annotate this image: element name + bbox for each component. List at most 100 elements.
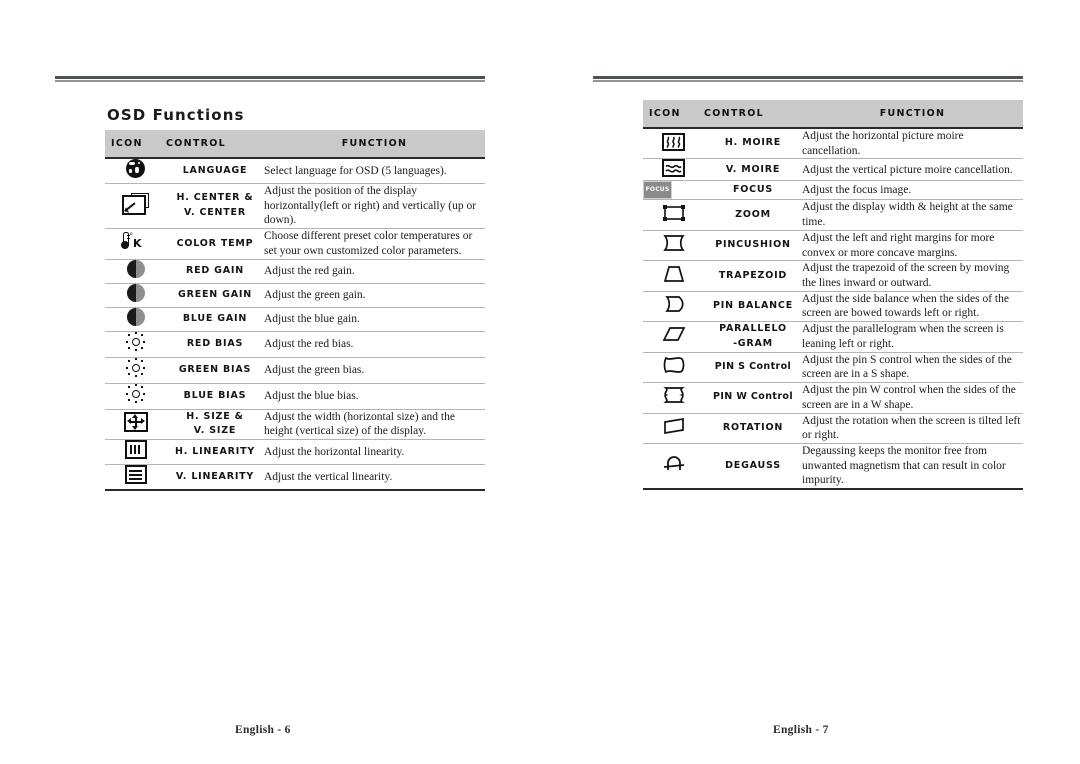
function-cell: Adjust the position of the display horiz… <box>264 182 485 229</box>
function-cell: Adjust the green bias. <box>264 356 485 384</box>
control-label: GREEN BIAS <box>178 363 252 375</box>
degauss-icon <box>662 454 686 474</box>
icon-cell <box>643 199 704 231</box>
table-row: PIN W Control Adjust the pin W control w… <box>643 382 1023 413</box>
table-row: H. MOIRE Adjust the horizontal picture m… <box>643 127 1023 159</box>
control-label-line2: V. CENTER <box>184 207 246 219</box>
table-row: ° K COLOR TEMP Choose different preset co… <box>105 228 485 260</box>
table-row: BLUE BIAS Adjust the blue bias. <box>105 382 485 410</box>
table-row: BLUE GAIN Adjust the blue gain. <box>105 306 485 332</box>
icon-cell <box>105 439 166 465</box>
function-cell: Adjust the width (horizontal size) and t… <box>264 408 485 440</box>
function-cell: Select language for OSD (5 languages). <box>264 157 485 184</box>
control-label: PIN W Control <box>712 391 793 403</box>
control-label: TRAPEZOID <box>718 269 788 281</box>
icon-cell <box>643 127 704 159</box>
control-label: COLOR TEMP <box>176 237 254 249</box>
icon-cell <box>105 382 166 410</box>
control-label: LANGUAGE <box>182 164 248 176</box>
table-row: FOCUS FOCUS Adjust the focus image. <box>643 180 1023 200</box>
horizontal-linearity-icon <box>124 440 147 460</box>
table-body-right: H. MOIRE Adjust the horizontal picture m… <box>643 127 1023 491</box>
table-row: V. LINEARITY Adjust the vertical lineari… <box>105 464 485 492</box>
table-row: ZOOM Adjust the display width & height a… <box>643 199 1023 231</box>
icon-cell <box>105 408 166 440</box>
icon-cell <box>105 258 166 284</box>
column-header-icon: ICON <box>643 100 704 128</box>
icon-cell <box>643 442 704 491</box>
function-cell: Adjust the pin W control when the sides … <box>802 382 1023 413</box>
control-label: H. LINEARITY <box>174 445 256 457</box>
function-cell: Adjust the focus image. <box>802 180 1023 200</box>
control-cell: RED GAIN <box>166 258 264 284</box>
right-page-top-rule <box>593 76 1023 82</box>
control-cell: ZOOM <box>704 199 802 231</box>
function-cell: Adjust the trapezoid of the screen by mo… <box>802 260 1023 292</box>
table-header-row: ICON CONTROL FUNCTION <box>643 100 1023 128</box>
column-header-control: CONTROL <box>704 100 802 128</box>
control-cell: BLUE BIAS <box>166 382 264 410</box>
control-label-line2: -GRAM <box>733 337 773 349</box>
control-label: BLUE BIAS <box>183 389 247 401</box>
control-cell: V. MOIRE <box>704 158 802 181</box>
function-cell: Adjust the vertical linearity. <box>264 464 485 492</box>
control-label: PIN S Control <box>714 360 792 372</box>
control-label: ZOOM <box>735 208 771 220</box>
column-header-control: CONTROL <box>166 130 264 158</box>
right-page: ICON CONTROL FUNCTION H. MOIRE Adjust th… <box>593 0 1063 764</box>
icon-cell <box>643 351 704 383</box>
function-cell: Choose different preset color temperatur… <box>264 228 485 260</box>
function-cell: Adjust the horizontal picture moire canc… <box>802 127 1023 159</box>
brightness-sun-icon <box>125 383 146 404</box>
control-cell: V. LINEARITY <box>166 464 264 492</box>
table-row: DEGAUSS Degaussing keeps the monitor fre… <box>643 442 1023 491</box>
function-cell: Degaussing keeps the monitor free from u… <box>802 442 1023 491</box>
control-label: PIN BALANCE <box>713 300 793 312</box>
table-row: ROTATION Adjust the rotation when the sc… <box>643 412 1023 444</box>
osd-functions-table-left: ICON CONTROL FUNCTION LANGUAGE Select la <box>105 130 485 492</box>
icon-cell <box>105 464 166 492</box>
function-cell: Adjust the red gain. <box>264 258 485 284</box>
control-cell: H. SIZE & V. SIZE <box>166 408 264 440</box>
icon-cell: FOCUS <box>643 180 704 200</box>
horizontal-moire-icon <box>662 133 685 152</box>
parallelogram-icon <box>660 324 688 344</box>
table-row: TRAPEZOID Adjust the trapezoid of the sc… <box>643 260 1023 292</box>
function-cell: Adjust the red bias. <box>264 330 485 358</box>
table-row: PIN BALANCE Adjust the side balance when… <box>643 290 1023 322</box>
table-row: H. CENTER & V. CENTER Adjust the positio… <box>105 182 485 229</box>
control-label: ROTATION <box>722 421 784 433</box>
contrast-circle-icon <box>126 259 145 278</box>
icon-cell <box>643 382 704 413</box>
control-label: RED GAIN <box>185 264 245 276</box>
left-page-top-rule <box>55 76 485 82</box>
rotation-icon <box>660 416 688 436</box>
function-cell: Adjust the rotation when the screen is t… <box>802 412 1023 444</box>
table-header-row: ICON CONTROL FUNCTION <box>105 130 485 158</box>
size-arrows-icon <box>123 411 148 432</box>
control-cell: PARALLELO -GRAM <box>704 321 802 353</box>
page-footer-left: English - 6 <box>235 724 291 736</box>
column-header-function: FUNCTION <box>802 100 1023 128</box>
column-header-icon: ICON <box>105 130 166 158</box>
table-body-left: LANGUAGE Select language for OSD (5 lang… <box>105 157 485 492</box>
pincushion-icon <box>660 233 688 253</box>
control-cell: LANGUAGE <box>166 157 264 184</box>
table-row: V. MOIRE Adjust the vertical picture moi… <box>643 158 1023 181</box>
icon-cell <box>643 260 704 292</box>
globe-icon <box>126 159 145 178</box>
pin-balance-icon <box>660 294 688 314</box>
control-cell: PIN S Control <box>704 351 802 383</box>
osd-functions-table-right: ICON CONTROL FUNCTION H. MOIRE Adjust th… <box>643 100 1023 491</box>
control-label-line2: V. SIZE <box>193 425 237 437</box>
page-title: OSD Functions <box>107 106 245 125</box>
function-cell: Adjust the display width & height at the… <box>802 199 1023 231</box>
control-label: H. MOIRE <box>724 137 782 149</box>
control-cell: GREEN BIAS <box>166 356 264 384</box>
control-label: V. MOIRE <box>725 163 781 175</box>
table-row: LANGUAGE Select language for OSD (5 lang… <box>105 157 485 184</box>
control-label: PINCUSHION <box>715 239 791 251</box>
table-row: PIN S Control Adjust the pin S control w… <box>643 351 1023 383</box>
zoom-icon <box>660 203 688 223</box>
icon-cell <box>643 321 704 353</box>
